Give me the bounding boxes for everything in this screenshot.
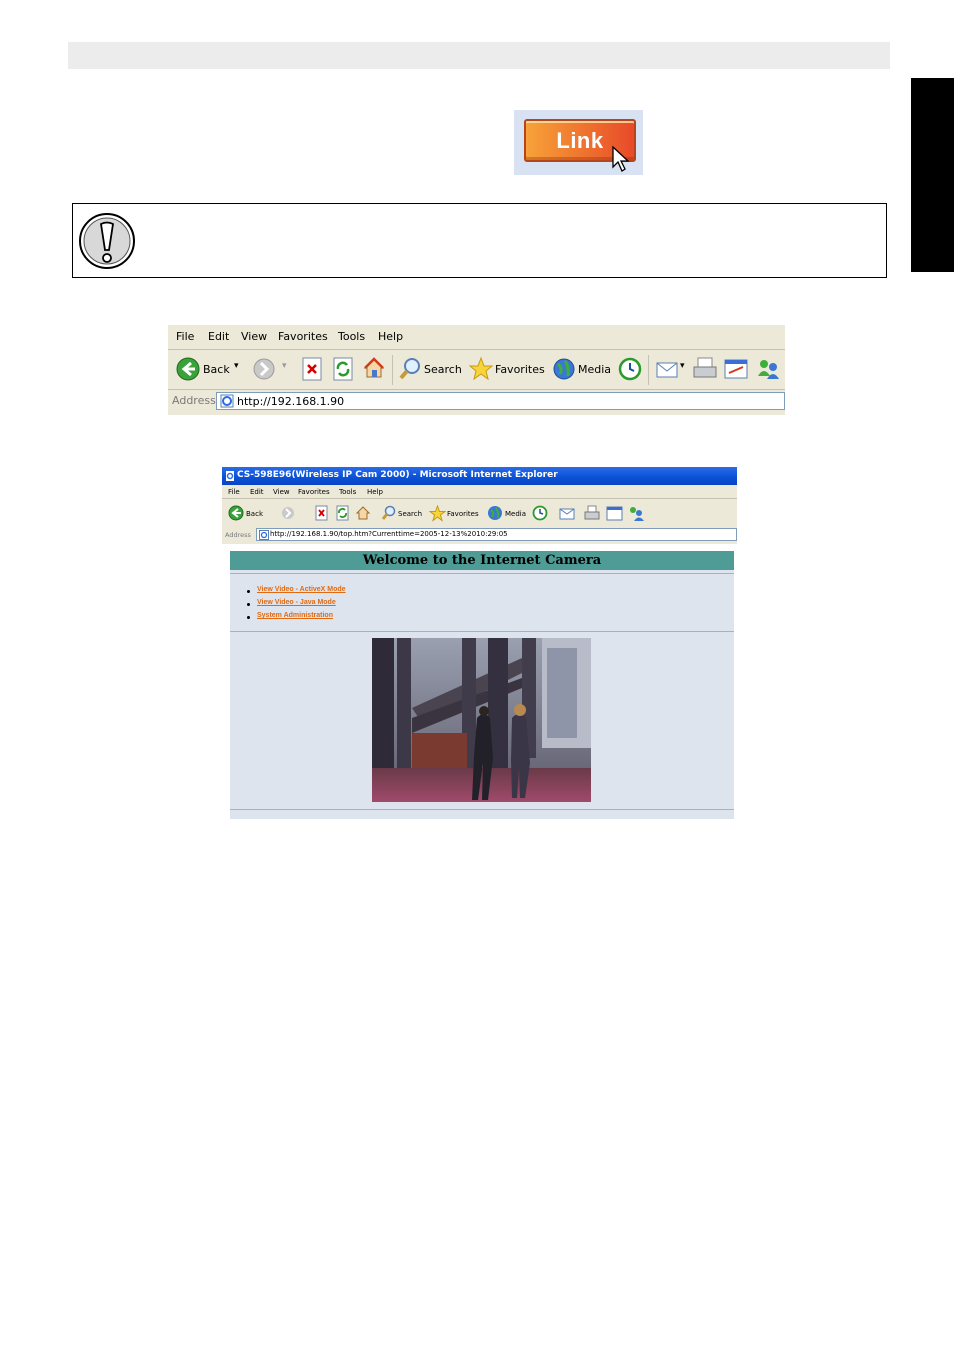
media-globe-icon[interactable]	[551, 356, 577, 382]
stop-icon[interactable]	[315, 505, 328, 521]
refresh-icon[interactable]	[336, 505, 349, 521]
stop-icon[interactable]	[302, 357, 322, 381]
edit-icon[interactable]	[606, 506, 623, 521]
menu-file[interactable]: File	[176, 330, 194, 343]
ie-toolbar-closeup: File Edit View Favorites Tools Help Back…	[168, 325, 785, 415]
standard-toolbar: Back ▾ ▾ Search Favorites Media ▾	[168, 351, 785, 389]
refresh-icon[interactable]	[333, 357, 353, 381]
page-header-bar	[68, 42, 890, 69]
note-box	[72, 203, 887, 278]
print-icon[interactable]	[692, 356, 718, 382]
forward-arrow-icon[interactable]	[281, 506, 295, 520]
link-java-mode[interactable]: View Video - Java Mode	[257, 599, 336, 606]
camera-video-image	[372, 638, 591, 802]
forward-arrow-icon[interactable]	[253, 358, 275, 380]
ie-browser-window: CS-598E96(Wireless IP Cam 2000) - Micros…	[222, 467, 737, 819]
search-button[interactable]: Search	[424, 363, 462, 376]
menu-edit[interactable]: Edit	[250, 488, 264, 496]
mouse-cursor-icon	[612, 145, 630, 172]
address-value: http://192.168.1.90/top.htm?Currenttime=…	[270, 530, 508, 538]
menu-tools[interactable]: Tools	[339, 488, 356, 496]
address-input[interactable]: http://192.168.1.90/top.htm?Currenttime=…	[256, 528, 737, 541]
home-icon[interactable]	[355, 505, 371, 521]
home-icon[interactable]	[362, 356, 386, 380]
favorites-star-icon[interactable]	[468, 356, 494, 382]
chevron-down-icon[interactable]: ▾	[234, 361, 239, 371]
menu-bar: File Edit View Favorites Tools Help	[168, 325, 785, 349]
back-button[interactable]: Back	[203, 363, 230, 376]
messenger-icon[interactable]	[627, 505, 644, 522]
menu-help[interactable]: Help	[378, 330, 403, 343]
search-icon[interactable]	[398, 357, 422, 381]
window-titlebar: CS-598E96(Wireless IP Cam 2000) - Micros…	[222, 467, 737, 485]
search-button[interactable]: Search	[398, 510, 422, 518]
side-tab-marker	[911, 78, 954, 272]
mail-icon[interactable]	[559, 505, 575, 521]
chevron-down-icon[interactable]: ▾	[680, 361, 685, 371]
favorites-star-icon[interactable]	[429, 505, 446, 522]
menu-help[interactable]: Help	[367, 488, 383, 496]
menu-edit[interactable]: Edit	[208, 330, 229, 343]
link-activex-mode[interactable]: View Video - ActiveX Mode	[257, 586, 346, 593]
back-button[interactable]: Back	[246, 510, 263, 518]
page-heading: Welcome to the Internet Camera	[230, 551, 734, 570]
address-value: http://192.168.1.90	[237, 395, 345, 408]
mail-icon[interactable]	[655, 357, 679, 381]
media-globe-icon[interactable]	[487, 505, 503, 521]
media-button[interactable]: Media	[578, 363, 611, 376]
bullet	[247, 590, 250, 593]
search-icon[interactable]	[381, 505, 397, 521]
messenger-icon[interactable]	[755, 356, 781, 382]
address-bar: Address http://192.168.1.90	[168, 390, 785, 412]
page-viewport: Welcome to the Internet Camera View Vide…	[222, 544, 737, 819]
address-label: Address	[172, 394, 216, 407]
address-label: Address	[225, 531, 251, 539]
camera-page: Welcome to the Internet Camera View Vide…	[230, 551, 734, 819]
menu-view[interactable]: View	[273, 488, 290, 496]
favorites-button[interactable]: Favorites	[495, 363, 545, 376]
ie-page-icon	[226, 471, 234, 481]
menu-file[interactable]: File	[228, 488, 240, 496]
exclamation-note-icon	[79, 213, 135, 269]
ie-page-icon	[259, 530, 269, 540]
edit-icon[interactable]	[723, 357, 749, 381]
menu-view[interactable]: View	[241, 330, 267, 343]
ie-page-icon	[220, 394, 234, 408]
window-title: CS-598E96(Wireless IP Cam 2000) - Micros…	[237, 470, 558, 480]
bullet	[247, 616, 250, 619]
menu-favorites[interactable]: Favorites	[278, 330, 328, 343]
back-arrow-icon[interactable]	[176, 357, 200, 381]
back-arrow-icon[interactable]	[228, 505, 244, 521]
print-icon[interactable]	[584, 505, 600, 521]
link-system-administration[interactable]: System Administration	[257, 612, 333, 619]
address-input[interactable]: http://192.168.1.90	[216, 392, 785, 410]
media-button[interactable]: Media	[505, 510, 526, 518]
chevron-down-icon: ▾	[282, 361, 287, 371]
menu-tools[interactable]: Tools	[338, 330, 365, 343]
history-icon[interactable]	[532, 505, 548, 521]
bullet	[247, 603, 250, 606]
history-icon[interactable]	[617, 356, 643, 382]
menu-favorites[interactable]: Favorites	[298, 488, 330, 496]
favorites-button[interactable]: Favorites	[447, 510, 479, 518]
